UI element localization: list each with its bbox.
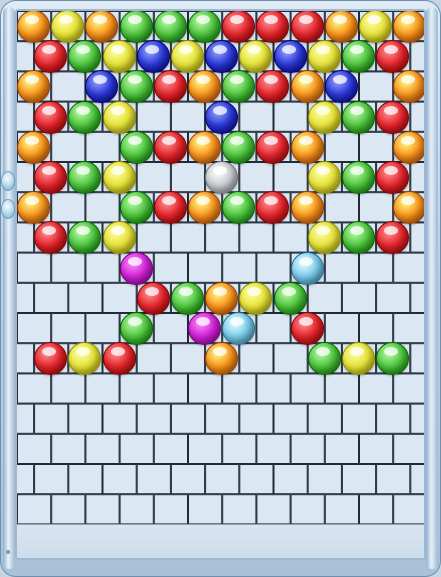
side-bubble-icon — [1, 199, 15, 219]
bubble-yellow[interactable] — [307, 100, 341, 134]
bubble-yellow[interactable] — [239, 40, 273, 74]
bubble-green[interactable] — [341, 100, 375, 134]
bubble-orange[interactable] — [393, 191, 424, 225]
bubble-orange[interactable] — [85, 11, 119, 43]
bubble-light-blue[interactable] — [290, 251, 324, 285]
bubble-blue[interactable] — [273, 40, 307, 74]
bubble-red[interactable] — [222, 11, 256, 43]
bubble-yellow[interactable] — [341, 342, 375, 376]
bubble-green[interactable] — [119, 70, 153, 104]
bubble-red[interactable] — [34, 40, 68, 74]
bubble-yellow[interactable] — [239, 281, 273, 315]
bubble-magenta[interactable] — [119, 251, 153, 285]
bubble-green[interactable] — [273, 281, 307, 315]
bubble-red[interactable] — [34, 342, 68, 376]
bubble-yellow[interactable] — [307, 161, 341, 194]
bubble-red[interactable] — [376, 100, 410, 134]
bubble-red[interactable] — [376, 40, 410, 74]
bubble-orange[interactable] — [17, 11, 50, 43]
bubble-red[interactable] — [290, 312, 324, 345]
bubble-green[interactable] — [170, 281, 204, 315]
bubble-yellow[interactable] — [102, 100, 136, 134]
bubble-orange[interactable] — [393, 70, 424, 104]
bubble-blue[interactable] — [136, 40, 170, 74]
bubble-blue[interactable] — [205, 40, 239, 74]
bubble-blue[interactable] — [85, 70, 119, 104]
board-floor — [17, 518, 424, 558]
bubble-yellow[interactable] — [170, 40, 204, 74]
bubble-yellow[interactable] — [359, 11, 392, 43]
left-rail — [3, 7, 15, 569]
bubble-red[interactable] — [376, 221, 410, 255]
bubble-red[interactable] — [34, 161, 68, 194]
bubble-red[interactable] — [153, 130, 187, 164]
bubble-yellow[interactable] — [307, 221, 341, 255]
bubble-orange[interactable] — [393, 130, 424, 164]
right-rail — [426, 7, 438, 569]
bubble-silver[interactable] — [205, 161, 239, 194]
bubble-green[interactable] — [341, 221, 375, 255]
bubble-blue[interactable] — [324, 70, 358, 104]
bubble-green[interactable] — [68, 161, 102, 194]
bubble-orange[interactable] — [205, 281, 239, 315]
bubble-yellow[interactable] — [102, 161, 136, 194]
bubble-green[interactable] — [307, 342, 341, 376]
bubble-green[interactable] — [341, 161, 375, 194]
corner-dot — [6, 550, 10, 554]
bubble-green[interactable] — [376, 342, 410, 376]
game-board[interactable] — [15, 9, 426, 560]
bubble-red[interactable] — [102, 342, 136, 376]
bubble-orange[interactable] — [188, 191, 221, 225]
bubble-red[interactable] — [153, 191, 187, 225]
bubble-orange[interactable] — [290, 70, 324, 104]
bubble-red[interactable] — [136, 281, 170, 315]
bubble-blue[interactable] — [205, 100, 239, 134]
bubble-yellow[interactable] — [102, 221, 136, 255]
bubble-orange[interactable] — [17, 130, 50, 164]
bubble-yellow[interactable] — [68, 342, 102, 376]
bubble-green[interactable] — [222, 70, 256, 104]
bubble-orange[interactable] — [188, 70, 221, 104]
bubble-green[interactable] — [119, 191, 153, 225]
bubble-orange[interactable] — [188, 130, 221, 164]
side-bubble-icon — [1, 171, 15, 191]
bubble-yellow[interactable] — [51, 11, 85, 43]
game-frame — [0, 0, 441, 577]
bubble-green[interactable] — [188, 11, 221, 43]
bubble-red[interactable] — [376, 161, 410, 194]
bubble-green[interactable] — [222, 191, 256, 225]
bubble-green[interactable] — [68, 40, 102, 74]
bubble-orange[interactable] — [290, 191, 324, 225]
bubble-red[interactable] — [256, 70, 290, 104]
bubble-green[interactable] — [119, 11, 153, 43]
bubble-red[interactable] — [153, 70, 187, 104]
bubble-green[interactable] — [153, 11, 187, 43]
bubble-green[interactable] — [222, 130, 256, 164]
bubble-orange[interactable] — [205, 342, 239, 376]
bubble-magenta[interactable] — [188, 312, 221, 345]
bubble-green[interactable] — [341, 40, 375, 74]
bubble-red[interactable] — [256, 11, 290, 43]
bubble-orange[interactable] — [393, 11, 424, 43]
bubble-orange[interactable] — [17, 191, 50, 225]
bubble-orange[interactable] — [324, 11, 358, 43]
bubble-field[interactable] — [17, 11, 424, 558]
bubble-green[interactable] — [119, 130, 153, 164]
bubble-yellow[interactable] — [307, 40, 341, 74]
bubble-green[interactable] — [68, 221, 102, 255]
bubble-red[interactable] — [34, 100, 68, 134]
bubble-yellow[interactable] — [102, 40, 136, 74]
bubble-red[interactable] — [290, 11, 324, 43]
bubble-red[interactable] — [256, 191, 290, 225]
bubble-red[interactable] — [256, 130, 290, 164]
bubble-orange[interactable] — [290, 130, 324, 164]
bubble-light-blue[interactable] — [222, 312, 256, 345]
bubble-green[interactable] — [68, 100, 102, 134]
bubble-orange[interactable] — [17, 70, 50, 104]
bubble-green[interactable] — [119, 312, 153, 345]
bubble-red[interactable] — [34, 221, 68, 255]
